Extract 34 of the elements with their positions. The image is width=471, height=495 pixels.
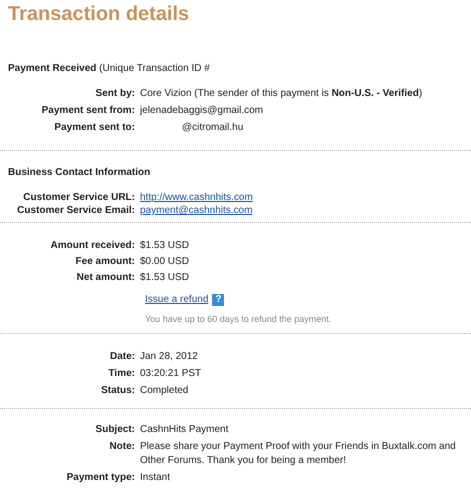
section-heading: Business Contact Information (8, 166, 152, 179)
field-label: Customer Service Email: (16, 204, 136, 217)
field-value: $1.53 USD (140, 239, 190, 253)
field-value: CashnHits Payment (140, 423, 230, 437)
field-label: Amount received: (50, 239, 136, 252)
hint-text: You have up to 60 days to refund the payment. (145, 313, 332, 325)
link[interactable]: payment@cashnhits.com (140, 204, 252, 217)
field-label: Subject: (94, 423, 136, 436)
help-icon[interactable]: ? (212, 294, 224, 306)
field-label: Date: (108, 350, 136, 363)
field-label: Fee amount: (74, 255, 136, 268)
field-label: Note: (108, 440, 136, 453)
field-label: Time: (108, 367, 136, 380)
section-heading: Payment Received (Unique Transaction ID # (8, 62, 211, 75)
field-value: Instant (140, 471, 172, 485)
page-title: Transaction details (8, 2, 190, 26)
field-value: $1.53 USD (140, 271, 190, 285)
link[interactable]: http://www.cashnhits.com (140, 191, 253, 204)
refund-link[interactable]: Issue a refund (145, 293, 208, 307)
field-value: Please share your Payment Proof with your Friends in Buxtalk.com and Other Forums. Thank you for being a member! (140, 440, 457, 468)
field-value: $0.00 USD (140, 255, 190, 269)
field-label: Payment sent from: (40, 104, 136, 117)
field-value: 03:20:21 PST (140, 367, 202, 381)
field-label: Status: (100, 384, 136, 397)
field-value: jelenadebaggis@gmail.com (140, 104, 264, 118)
field-value: Core Vizion (The sender of this payment is Non-U.S. - Verified) (140, 87, 424, 101)
field-label: Payment type: (66, 471, 136, 484)
field-label: Payment sent to: (53, 121, 136, 134)
field-label: Net amount: (76, 271, 136, 284)
field-value: @citromail.hu (181, 121, 244, 134)
field-label: Sent by: (94, 87, 136, 100)
field-value: Completed (140, 384, 190, 398)
field-label: Customer Service URL: (22, 191, 136, 204)
field-value: Jan 28, 2012 (140, 350, 199, 364)
